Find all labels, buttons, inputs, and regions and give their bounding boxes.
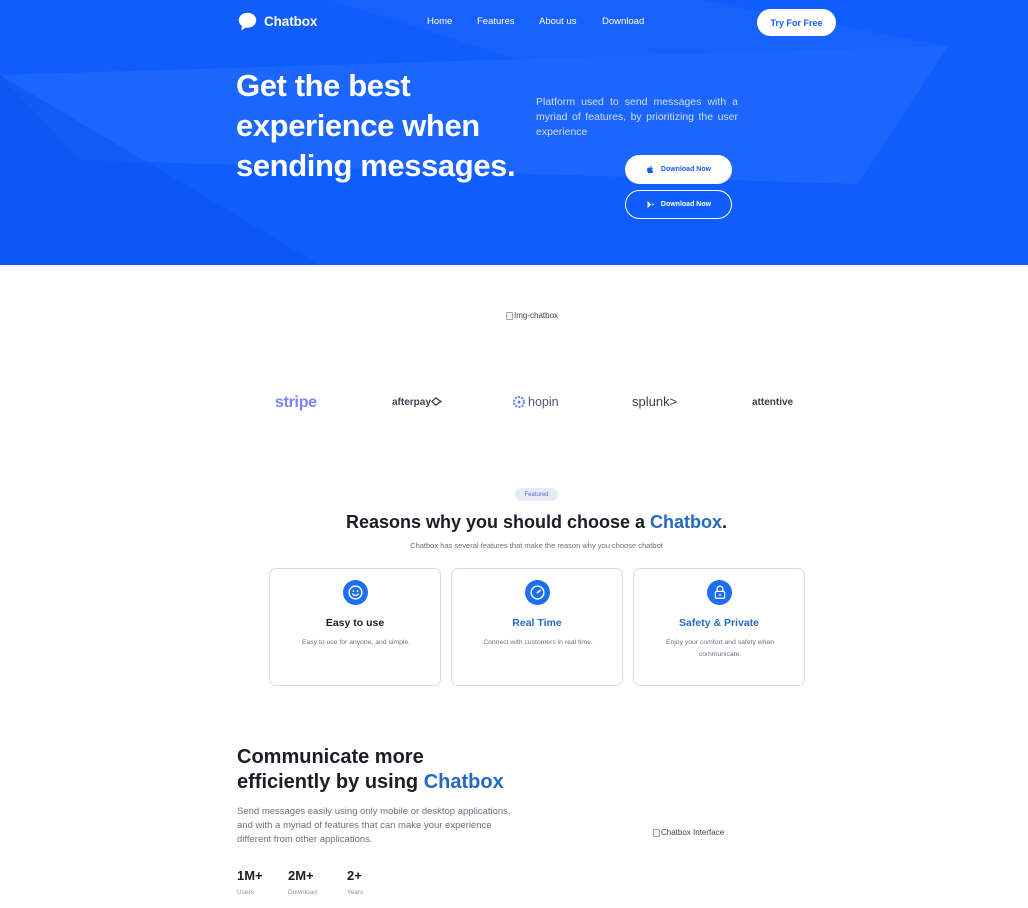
smile-icon xyxy=(343,580,368,605)
main-image: Img-chatbox xyxy=(506,311,558,320)
nav-link-home[interactable]: Home xyxy=(427,16,452,27)
logo[interactable]: Chatbox xyxy=(237,11,317,32)
feature-card-description: Enjoy your comfort and safety when commu… xyxy=(665,639,775,658)
top-navigation: Chatbox Home Features About us Download … xyxy=(0,0,1028,44)
lock-icon xyxy=(707,580,732,605)
featured-subtitle: Chatbox has several features that make t… xyxy=(410,541,663,550)
stat-label: Download xyxy=(288,889,317,896)
stat-years: 2+ Years xyxy=(347,868,363,896)
afterpay-mark-icon xyxy=(430,397,443,406)
featured-title: Reasons why you should choose a Chatbox. xyxy=(0,512,1028,533)
download-primary-label: Download Now xyxy=(660,166,712,173)
broken-image-icon xyxy=(506,311,513,320)
download-secondary-label: Download Now xyxy=(660,201,712,208)
nav-link-download[interactable]: Download xyxy=(602,16,644,27)
nav-link-features[interactable]: Features xyxy=(477,16,515,27)
download-app-store-button[interactable]: Download Now xyxy=(625,155,732,184)
hero-section: Chatbox Home Features About us Download … xyxy=(0,0,1028,265)
clock-icon xyxy=(525,580,550,605)
featured-badge: Featured xyxy=(515,488,558,501)
hero-title: Get the best experience when sending mes… xyxy=(236,68,516,183)
stat-value: 2+ xyxy=(347,868,362,883)
feature-card-title: Safety & Private xyxy=(679,617,759,629)
broken-image-icon xyxy=(653,828,660,837)
communicate-title-accent: Chatbox xyxy=(423,771,504,793)
nav-link-about-us[interactable]: About us xyxy=(539,16,577,27)
apple-icon xyxy=(646,165,654,174)
main-image-alt: Img-chatbox xyxy=(514,311,559,320)
feature-card-real-time: Real Time Connect with customers in real… xyxy=(451,568,623,686)
download-play-store-button[interactable]: Download Now xyxy=(625,190,732,219)
stat-value: 1M+ xyxy=(237,868,263,883)
communicate-description: Send messages easily using only mobile o… xyxy=(237,806,511,846)
stat-label: Users xyxy=(237,889,254,896)
partner-logo-splunk: splunk> xyxy=(632,394,678,409)
play-store-icon xyxy=(647,200,655,209)
stat-download: 2M+ Download xyxy=(288,868,317,896)
interface-image-alt: Chatbox Interface xyxy=(661,828,725,837)
partner-logo-stripe: stripe xyxy=(275,394,317,411)
try-for-free-button[interactable]: Try For Free xyxy=(757,9,836,36)
partner-name-afterpay: afterpay xyxy=(392,397,431,408)
partner-logo-hopin: hopin xyxy=(513,395,559,409)
feature-card-description: Connect with customers in real time. xyxy=(483,639,593,646)
communicate-title-line1: Communicate more xyxy=(237,746,424,768)
stat-value: 2M+ xyxy=(288,868,314,883)
logo-text: Chatbox xyxy=(264,14,318,29)
partner-logo-afterpay: afterpay xyxy=(392,397,443,408)
hopin-flower-icon xyxy=(513,396,525,408)
stat-users: 1M+ Users xyxy=(237,868,263,896)
chat-bubble-icon xyxy=(238,12,257,31)
chatbox-interface-image: Chatbox Interface xyxy=(653,828,724,837)
featured-title-suffix: . xyxy=(722,512,728,532)
feature-card-safety-private: Safety & Private Enjoy your comfort and … xyxy=(633,568,805,686)
stat-label: Years xyxy=(347,889,364,896)
communicate-title-prefix: efficiently by using xyxy=(237,771,424,793)
feature-card-title: Real Time xyxy=(512,617,562,629)
partner-logo-attentive: attentive xyxy=(752,397,794,408)
feature-card-description: Easy to use for anyone, and simple. xyxy=(301,639,411,646)
partner-name-hopin: hopin xyxy=(528,395,559,409)
feature-card-title: Easy to use xyxy=(325,617,385,629)
featured-title-accent: Chatbox xyxy=(650,512,723,532)
hero-description: Platform used to send messages with a my… xyxy=(536,96,738,138)
communicate-title: Communicate more efficiently by using Ch… xyxy=(237,745,557,795)
featured-title-prefix: Reasons why you should choose a xyxy=(345,512,651,532)
feature-card-easy-to-use: Easy to use Easy to use for anyone, and … xyxy=(269,568,441,686)
